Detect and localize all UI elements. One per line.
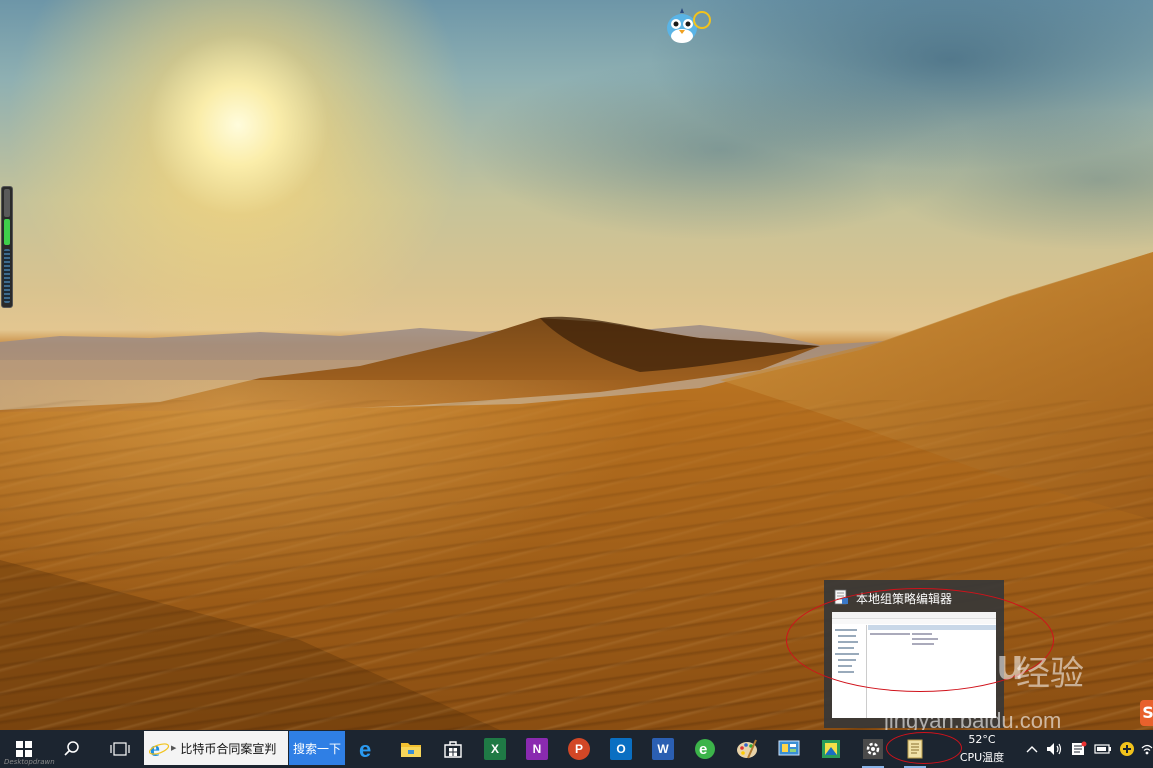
action-center-button[interactable] (1068, 730, 1090, 768)
task-view-icon (110, 742, 130, 756)
watermark-logo: Bai du (884, 640, 1025, 689)
plus-circle-icon (1120, 742, 1134, 756)
taskbar-app-file-explorer[interactable] (394, 730, 428, 768)
sogou-badge-icon[interactable]: S (1140, 700, 1153, 726)
store-icon (444, 741, 462, 758)
paint-palette-icon (737, 739, 757, 759)
wifi-button[interactable] (1140, 730, 1153, 768)
watermark-subtitle: 经验 (1016, 654, 1084, 694)
meter-empty-segment (4, 189, 10, 217)
taskbar-app-powerpoint[interactable]: P (562, 730, 596, 768)
task-view-button[interactable] (100, 730, 140, 768)
system-meter-widget[interactable] (1, 186, 13, 308)
powerpoint-icon: P (568, 738, 590, 760)
photo-app-icon (822, 740, 840, 758)
search-button[interactable] (52, 730, 92, 768)
svg-text:e: e (359, 738, 371, 760)
desktop-corner-label: Desktopdrawn (4, 758, 55, 766)
ie-icon: e (148, 737, 170, 759)
taskbar-app-excel[interactable]: X (478, 730, 512, 768)
meter-graph-segment (4, 249, 10, 303)
taskbar-app-onenote[interactable]: N (520, 730, 554, 768)
svg-text:e: e (699, 741, 707, 758)
annotation-circle-taskbar (886, 732, 962, 764)
browser-360-icon: e (695, 739, 715, 759)
windows-logo-icon (16, 741, 32, 757)
bird-mascot-icon[interactable] (664, 6, 712, 46)
taskbar-app-settings[interactable] (856, 730, 890, 768)
search-engine-dropdown-icon[interactable]: ▶ (171, 744, 176, 752)
add-tray-button[interactable] (1116, 730, 1138, 768)
volume-icon (1047, 743, 1062, 755)
control-panel-icon (778, 740, 800, 756)
battery-icon (1094, 744, 1111, 754)
notification-icon (1072, 741, 1087, 755)
volume-button[interactable] (1044, 730, 1066, 768)
gear-icon (863, 739, 883, 759)
taskbar-app-photo[interactable] (814, 730, 848, 768)
excel-icon: X (484, 738, 506, 760)
edge-icon: e (359, 738, 371, 760)
chevron-up-icon (1026, 746, 1038, 753)
taskbar-app-word[interactable]: W (646, 730, 680, 768)
search-submit-button[interactable]: 搜索一下 (289, 731, 345, 765)
baidu-jingyan-watermark: Bai du 经验 jingyan.baidu.com (884, 640, 1094, 738)
search-query-text[interactable]: 比特币合同案宣判 (180, 740, 276, 757)
taskbar-app-control-panel[interactable] (772, 730, 806, 768)
wifi-icon (1141, 744, 1152, 755)
outlook-icon: O (610, 738, 632, 760)
taskbar: e ▶ 比特币合同案宣判 搜索一下 e X N P O W e 52°C CPU… (0, 730, 1153, 768)
taskbar-app-edge[interactable]: e (352, 730, 386, 768)
battery-button[interactable] (1092, 730, 1114, 768)
word-icon: W (652, 738, 674, 760)
folder-icon (401, 743, 421, 757)
taskbar-app-outlook[interactable]: O (604, 730, 638, 768)
taskbar-app-store[interactable] (436, 730, 470, 768)
search-icon (64, 741, 79, 756)
taskbar-app-browser-360[interactable]: e (688, 730, 722, 768)
taskbar-app-paint[interactable] (730, 730, 764, 768)
meter-fill-segment (4, 219, 10, 245)
onenote-icon: N (526, 738, 548, 760)
show-hidden-icons-button[interactable] (1022, 730, 1042, 768)
web-search-box[interactable]: e ▶ 比特币合同案宣判 (144, 731, 288, 765)
